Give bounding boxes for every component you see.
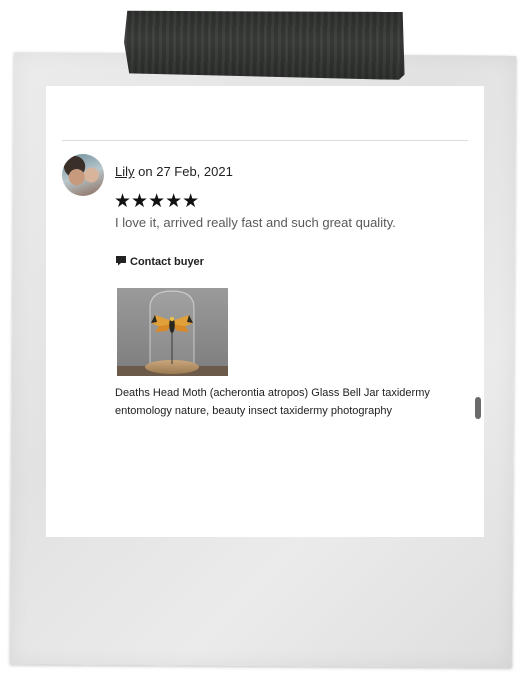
divider (62, 140, 468, 141)
star-rating: ★★★★★ (114, 191, 200, 212)
tape-strip (124, 8, 406, 80)
product-title-link[interactable]: Deaths Head Moth (acherontia atropos) Gl… (115, 384, 465, 420)
product-thumbnail[interactable] (117, 288, 228, 376)
reviewer-line: Lily on 27 Feb, 2021 (115, 164, 233, 179)
scrollbar-thumb[interactable] (475, 397, 481, 419)
reviewer-avatar[interactable] (62, 154, 104, 196)
contact-buyer-label: Contact buyer (130, 256, 204, 268)
review-date: on 27 Feb, 2021 (138, 164, 233, 179)
contact-buyer-link[interactable]: Contact buyer (115, 255, 204, 269)
message-icon (115, 255, 127, 269)
reviewer-name-link[interactable]: Lily (115, 164, 135, 179)
review-text: I love it, arrived really fast and such … (115, 215, 396, 230)
review-screen: Lily on 27 Feb, 2021 ★★★★★ I love it, ar… (46, 86, 484, 537)
